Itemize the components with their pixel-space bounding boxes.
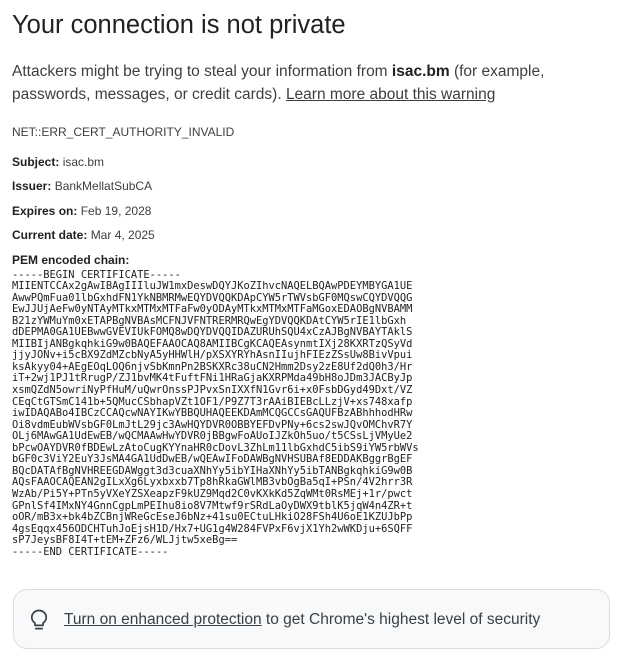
interstitial-page: Your connection is not private Attackers… <box>12 0 618 558</box>
expires-label: Expires on: <box>12 203 78 218</box>
expires-value: Feb 19, 2028 <box>80 203 152 218</box>
warning-message: Attackers might be trying to steal your … <box>12 61 618 106</box>
issuer-label: Issuer: <box>12 179 52 194</box>
current-date-label: Current date: <box>12 228 88 243</box>
issuer-row: Issuer: BankMellatSubCA <box>12 178 618 202</box>
subject-label: Subject: <box>12 155 60 169</box>
expires-row: Expires on: Feb 19, 2028 <box>12 203 618 227</box>
subject-value: isac.bm <box>62 155 105 169</box>
enhanced-protection-banner: Turn on enhanced protection to get Chrom… <box>13 589 610 649</box>
enhanced-protection-rest: to get Chrome's highest level of securit… <box>261 611 541 628</box>
current-date-value: Mar 4, 2025 <box>90 228 155 243</box>
learn-more-link[interactable]: Learn more about this warning <box>286 86 495 103</box>
subject-row: Subject: isac.bm <box>12 154 618 178</box>
certificate-details: Subject: isac.bm Issuer: BankMellatSubCA… <box>12 154 618 558</box>
enhanced-protection-text: Turn on enhanced protection to get Chrom… <box>64 609 540 631</box>
pem-certificate: -----BEGIN CERTIFICATE----- MIIENTCCAx2g… <box>12 268 419 558</box>
host-name: isac.bm <box>391 63 450 80</box>
lightbulb-icon <box>30 609 48 630</box>
current-date-row: Current date: Mar 4, 2025 <box>12 227 618 251</box>
page-title: Your connection is not private <box>12 11 346 39</box>
warning-prefix: Attackers might be trying to steal your … <box>12 63 392 80</box>
enhanced-protection-link[interactable]: Turn on enhanced protection <box>64 611 262 628</box>
error-code: NET::ERR_CERT_AUTHORITY_INVALID <box>12 125 235 139</box>
issuer-value: BankMellatSubCA <box>54 179 153 194</box>
pem-label: PEM encoded chain: <box>12 252 130 267</box>
